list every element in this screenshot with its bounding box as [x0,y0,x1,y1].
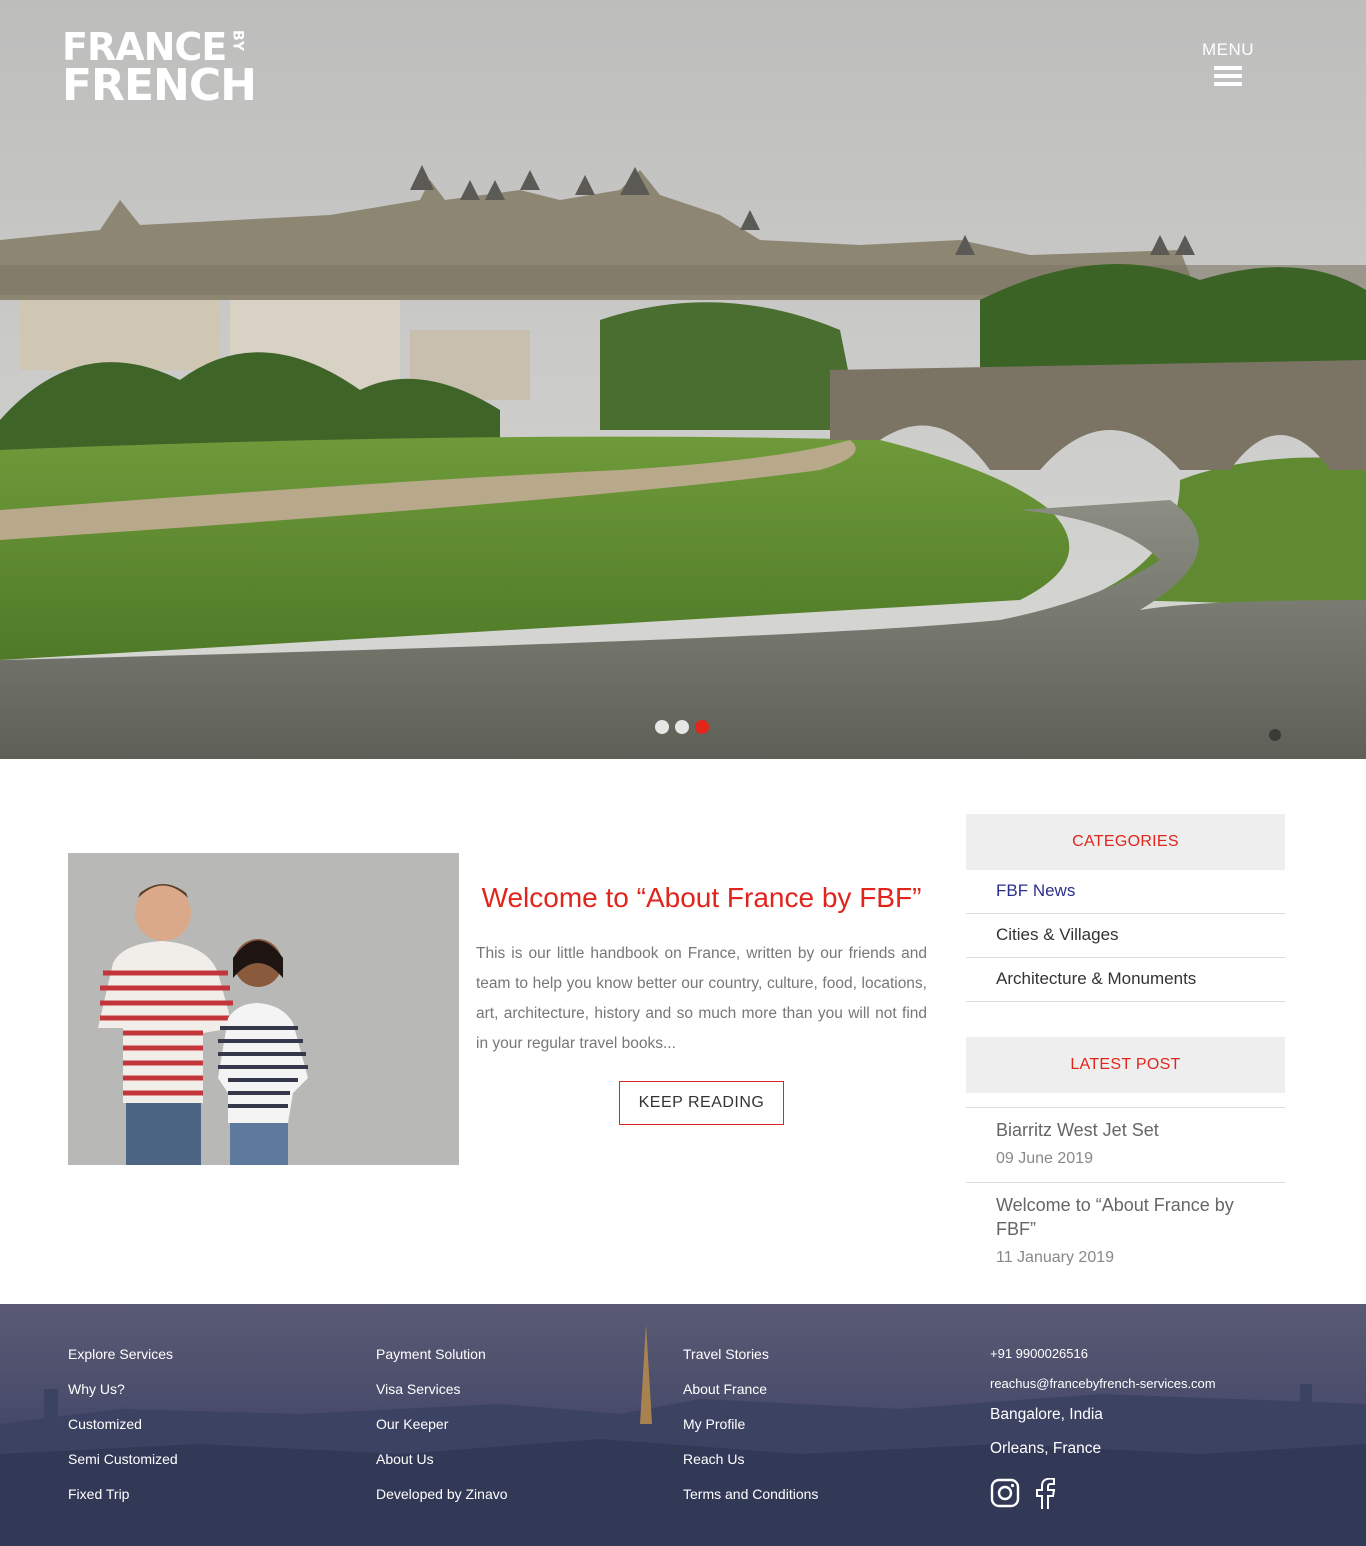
footer-link[interactable]: Customized [68,1414,178,1449]
category-fbf-news[interactable]: FBF News [966,870,1285,914]
latest-post-item: Welcome to “About France by FBF” 11 Janu… [966,1182,1285,1281]
instagram-icon[interactable] [990,1478,1020,1515]
office-orleans: Orleans, France [990,1440,1102,1457]
menu-label: MENU [1201,40,1255,59]
post-title[interactable]: Welcome to “About France by FBF” [996,1193,1255,1241]
social-links [990,1477,1216,1515]
footer-column-1: Explore Services Why Us? Customized Semi… [68,1344,178,1519]
footer-link[interactable]: Reach Us [683,1449,818,1484]
logo-line2: FRENCH [62,60,257,111]
latest-post-item: Biarritz West Jet Set 09 June 2019 [966,1107,1285,1182]
footer-link[interactable]: About France [683,1379,818,1414]
footer-link[interactable]: Payment Solution [376,1344,508,1379]
sidebar: CATEGORIES FBF News Cities & Villages Ar… [966,814,1285,1281]
footer-link[interactable]: About Us [376,1449,508,1484]
footer-link[interactable]: Travel Stories [683,1344,818,1379]
hamburger-icon [1214,66,1242,86]
latest-posts-list: Biarritz West Jet Set 09 June 2019 Welco… [966,1107,1285,1281]
footer-link[interactable]: Why Us? [68,1379,178,1414]
intro-body: This is our little handbook on France, w… [476,945,927,1052]
post-date: 09 June 2019 [996,1150,1093,1167]
team-photo [68,853,459,1165]
post-title[interactable]: Biarritz West Jet Set [996,1118,1255,1142]
latest-post-heading: LATEST POST [966,1037,1285,1093]
footer-link[interactable]: My Profile [683,1414,818,1449]
footer-link[interactable]: Explore Services [68,1344,178,1379]
slider-dot-1[interactable] [655,720,669,734]
footer-link[interactable]: Semi Customized [68,1449,178,1484]
category-cities-villages[interactable]: Cities & Villages [966,914,1285,958]
slider-dot-2[interactable] [675,720,689,734]
hero-slider: FRANCE BY FRENCH MENU [0,0,1366,759]
footer-column-2: Payment Solution Visa Services Our Keepe… [376,1344,508,1519]
footer-link[interactable]: Fixed Trip [68,1484,178,1519]
post-date: 11 January 2019 [996,1249,1115,1266]
slider-dot-3[interactable] [695,720,709,734]
footer-link[interactable]: Our Keeper [376,1414,508,1449]
hero-image [0,0,1366,759]
keep-reading-button[interactable]: KEEP READING [618,1081,785,1125]
categories-list: FBF News Cities & Villages Architecture … [966,870,1285,1002]
brand-logo[interactable]: FRANCE BY FRENCH [62,28,257,111]
footer-link[interactable]: Terms and Conditions [683,1484,818,1519]
main-content: Welcome to “About France by FBF” This is… [0,759,1366,1304]
category-architecture-monuments[interactable]: Architecture & Monuments [966,958,1285,1002]
footer-contact: +91 9900026516 reachus@francebyfrench-se… [990,1346,1216,1515]
footer-link[interactable]: Visa Services [376,1379,508,1414]
logo-by: BY [229,30,246,53]
contact-email[interactable]: reachus@francebyfrench-services.com [990,1376,1216,1406]
facebook-icon[interactable] [1034,1477,1056,1515]
categories-heading: CATEGORIES [966,814,1285,870]
footer-link[interactable]: Developed by Zinavo [376,1484,508,1519]
intro-block: Welcome to “About France by FBF” This is… [476,871,927,1125]
footer-column-3: Travel Stories About France My Profile R… [683,1344,818,1519]
footer: Explore Services Why Us? Customized Semi… [0,1304,1366,1546]
office-bangalore: Bangalore, India [990,1406,1103,1423]
slider-dots [655,720,709,734]
contact-phone[interactable]: +91 9900026516 [990,1346,1216,1376]
menu-button[interactable]: MENU [1198,40,1258,90]
intro-title: Welcome to “About France by FBF” [481,882,922,913]
